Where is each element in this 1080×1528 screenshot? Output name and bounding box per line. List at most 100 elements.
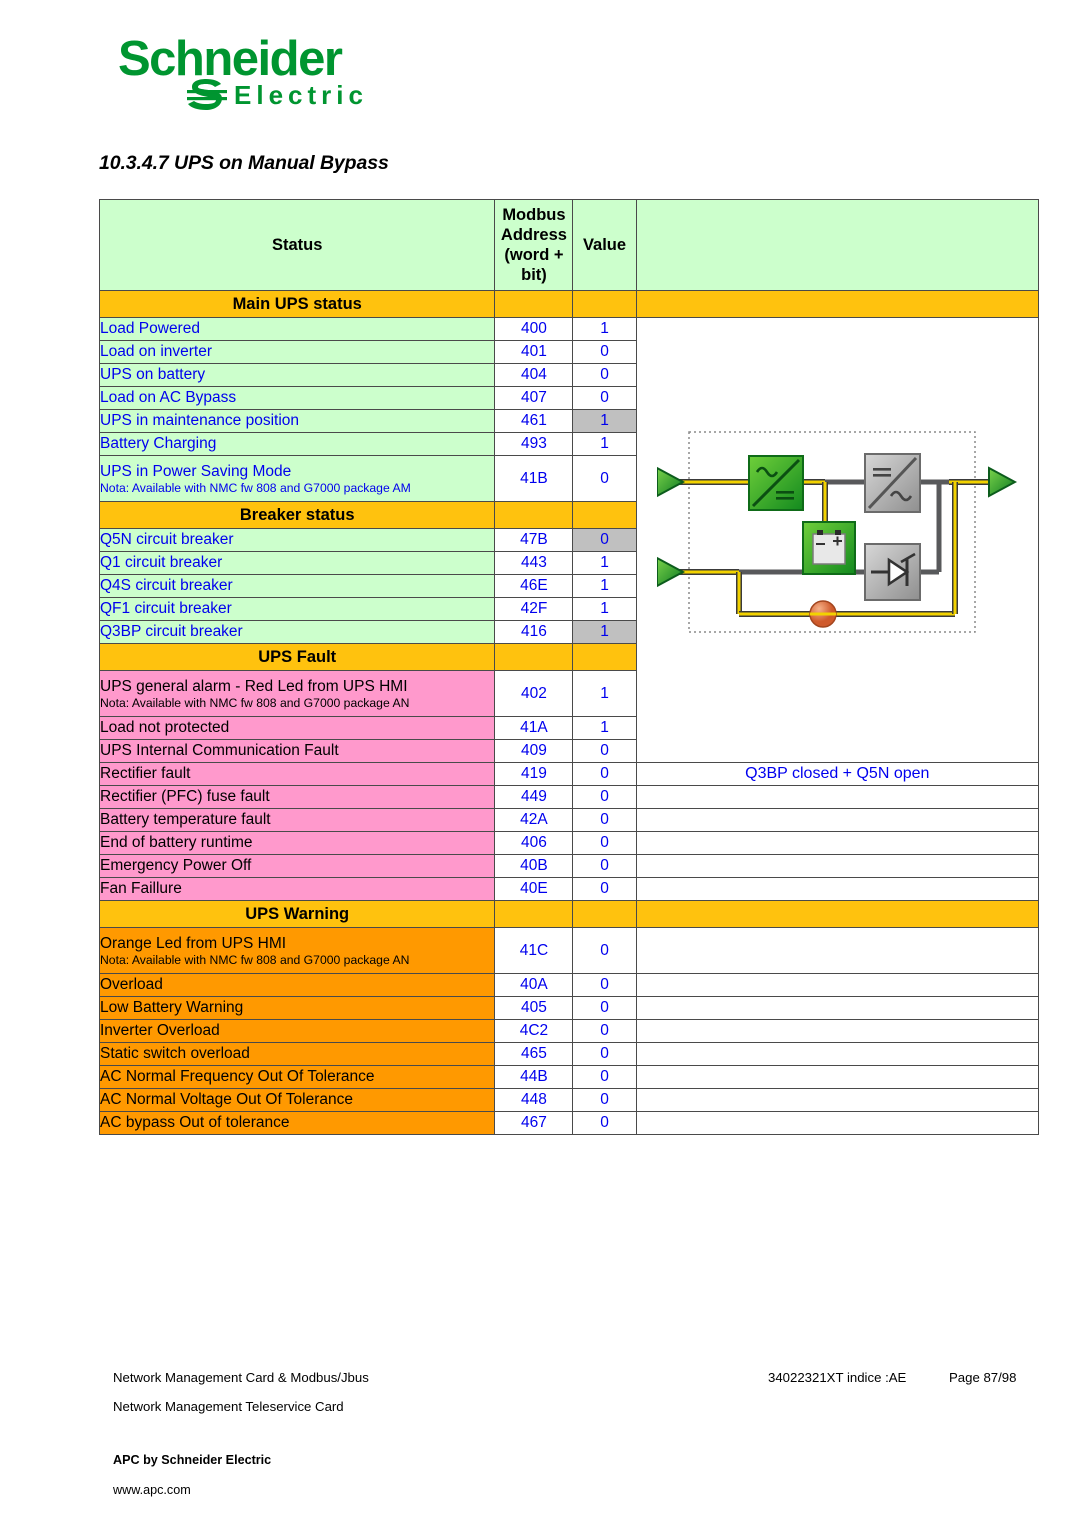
row-modbus-address: 493 — [494, 432, 574, 456]
section-blank-address — [494, 290, 574, 318]
row-value: 0 — [572, 739, 637, 763]
section-title-main-ups-status: Main UPS status — [98, 290, 496, 318]
row-status-label: Inverter Overload — [98, 1019, 496, 1043]
row-value: 0 — [572, 1042, 637, 1066]
row-status-label: Emergency Power Off — [98, 854, 496, 878]
row-value: 0 — [572, 973, 637, 997]
diagram-column-empty — [635, 877, 1040, 901]
rectifier-block-icon — [748, 455, 805, 511]
row-status-label: Fan Faillure — [98, 877, 496, 901]
row-value: 0 — [572, 1088, 637, 1112]
section-blank-value — [572, 501, 637, 529]
row-modbus-address: 41C — [494, 927, 574, 974]
row-value: 0 — [572, 1065, 637, 1089]
row-value: 1 — [572, 670, 637, 717]
diagram-column-empty — [635, 996, 1040, 1020]
row-status-label: Battery Charging — [98, 432, 496, 456]
power-flow-arrow-icon — [657, 556, 686, 588]
row-value: 0 — [572, 808, 637, 832]
row-modbus-address: 461 — [494, 409, 574, 433]
row-modbus-address: 4C2 — [494, 1019, 574, 1043]
section-blank-address — [494, 501, 574, 529]
table-row: End of battery runtime 406 0 — [98, 831, 1040, 855]
row-status-label: UPS on battery — [98, 363, 496, 387]
diagram-column-empty — [635, 1065, 1040, 1089]
diagram-column-empty — [635, 854, 1040, 878]
row-modbus-address: 40E — [494, 877, 574, 901]
footer-page-number: Page 87/98 — [949, 1370, 1017, 1385]
diagram-column-empty — [635, 973, 1040, 997]
footer-url[interactable]: www.apc.com — [113, 1483, 191, 1497]
row-modbus-address: 404 — [494, 363, 574, 387]
row-status-label: UPS in maintenance position — [98, 409, 496, 433]
row-status-label: End of battery runtime — [98, 831, 496, 855]
row-modbus-address: 401 — [494, 340, 574, 364]
row-value: 1 — [572, 716, 637, 740]
section-blank-address — [494, 643, 574, 671]
section-blank-value — [572, 643, 637, 671]
row-value: 0 — [572, 528, 637, 552]
row-value: 0 — [572, 877, 637, 901]
table-row: Load Powered 400 1 — [98, 317, 1040, 763]
table-row: Orange Led from UPS HMI Nota: Available w… — [98, 927, 1040, 974]
row-status-label: Static switch overload — [98, 1042, 496, 1066]
section-title-breaker-status: Breaker status — [98, 501, 496, 529]
row-value: 0 — [572, 831, 637, 855]
row-modbus-address: 402 — [494, 670, 574, 717]
row-value: 0 — [572, 1019, 637, 1043]
row-modbus-address: 467 — [494, 1111, 574, 1135]
section-header-row: UPS Warning — [98, 900, 1040, 928]
inverter-block-icon — [864, 453, 922, 513]
ups-single-line-diagram — [657, 431, 1018, 633]
row-status-label: Q1 circuit breaker — [98, 551, 496, 575]
table-row: Fan Faillure 40E 0 — [98, 877, 1040, 901]
row-modbus-address: 409 — [494, 739, 574, 763]
table-row: Overload 40A 0 — [98, 973, 1040, 997]
section-blank-value — [572, 900, 637, 928]
row-modbus-address: 448 — [494, 1088, 574, 1112]
row-status-label: Load Powered — [98, 317, 496, 341]
modbus-status-table: Status Modbus Address (word + bit) Value Ma… — [98, 199, 1040, 1135]
header-value: Value — [572, 199, 637, 291]
section-blank-address — [494, 900, 574, 928]
table-row: Rectifier fault 419 0 Q3BP closed + Q5N … — [98, 762, 1040, 786]
row-status-label: UPS general alarm - Red Led from UPS HMI… — [98, 670, 496, 717]
row-nota: Nota: Available with NMC fw 808 and G700… — [100, 695, 410, 710]
power-flow-arrow-icon — [988, 466, 1018, 498]
section-heading: 10.3.4.7 UPS on Manual Bypass — [99, 152, 389, 174]
header-diagram — [635, 199, 1040, 291]
row-modbus-address: 41B — [494, 455, 574, 502]
table-row: AC Normal Voltage Out Of Tolerance 448 0 — [98, 1088, 1040, 1112]
row-modbus-address: 400 — [494, 317, 574, 341]
row-status-label: UPS in Power Saving Mode Nota: Available … — [98, 455, 496, 502]
row-status-label: Load on inverter — [98, 340, 496, 364]
row-status-label: Battery temperature fault — [98, 808, 496, 832]
row-modbus-address: 419 — [494, 762, 574, 786]
row-status-label: Load not protected — [98, 716, 496, 740]
logo-wordmark: Schneider — [118, 32, 343, 86]
row-value: 0 — [572, 1111, 637, 1135]
diagram-column-section-blank — [635, 290, 1040, 318]
table-header-row: Status Modbus Address (word + bit) Value — [98, 199, 1040, 291]
row-value: 1 — [572, 620, 637, 644]
diagram-column-empty — [635, 808, 1040, 832]
row-status-label: Rectifier fault — [98, 762, 496, 786]
row-status-label: AC Normal Frequency Out Of Tolerance — [98, 1065, 496, 1089]
logo-electric-text: Electric — [234, 79, 368, 110]
diagram-column-section-blank — [635, 900, 1040, 928]
row-value: 0 — [572, 455, 637, 502]
row-value: 1 — [572, 574, 637, 598]
table-row: Static switch overload 465 0 — [98, 1042, 1040, 1066]
table-row: Battery temperature fault 42A 0 — [98, 808, 1040, 832]
row-modbus-address: 42F — [494, 597, 574, 621]
header-status: Status — [98, 199, 496, 291]
diagram-caption: Q3BP closed + Q5N open — [635, 762, 1040, 786]
table-row: Low Battery Warning 405 0 — [98, 996, 1040, 1020]
schneider-electric-logo: Schneider Electric — [118, 34, 378, 114]
table-body: Status Modbus Address (word + bit) Value Ma… — [98, 199, 1040, 1135]
row-status-label: AC bypass Out of tolerance — [98, 1111, 496, 1135]
row-nota: Nota: Available with NMC fw 808 and G700… — [100, 952, 410, 967]
table-row: Emergency Power Off 40B 0 — [98, 854, 1040, 878]
section-header-row: Main UPS status — [98, 290, 1040, 318]
row-value: 0 — [572, 762, 637, 786]
